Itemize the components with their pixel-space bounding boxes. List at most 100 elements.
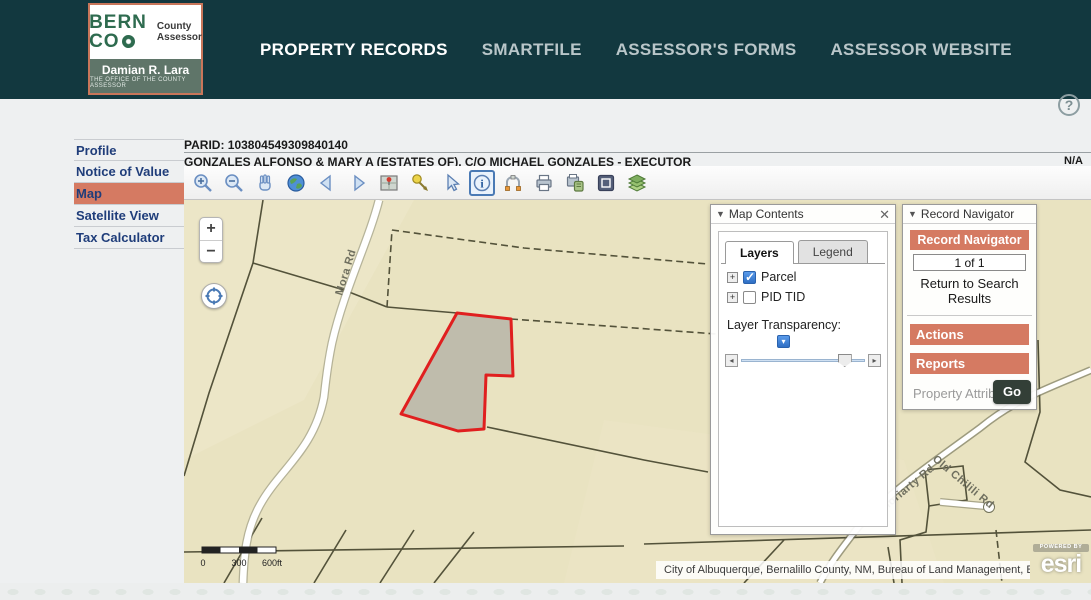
- record-navigator-header[interactable]: ▼ Record Navigator: [903, 205, 1036, 224]
- logo-top: BERN CO County Assessor: [90, 5, 201, 59]
- esri-logo: POWERED BY esri: [1033, 544, 1089, 577]
- globe-icon: [285, 172, 307, 194]
- pan-tool[interactable]: [252, 170, 278, 196]
- assessor-name: Damian R. Lara: [102, 63, 189, 77]
- record-position-input[interactable]: 1 of 1: [913, 254, 1026, 271]
- select-features-tool[interactable]: [438, 170, 464, 196]
- reports-section[interactable]: Reports: [910, 353, 1029, 374]
- map-zoom-out-button[interactable]: −: [200, 241, 222, 263]
- bernco-logo[interactable]: BERN CO County Assessor Damian R. Lara T…: [88, 3, 203, 95]
- nav-assessors-forms[interactable]: ASSESSOR'S FORMS: [616, 40, 797, 60]
- nav-property-records[interactable]: PROPERTY RECORDS: [260, 40, 448, 60]
- go-button[interactable]: Go: [993, 380, 1031, 404]
- sidebar-item-satellite-view[interactable]: Satellite View: [74, 205, 184, 227]
- layers-tool[interactable]: [624, 170, 650, 196]
- map-contents-title: Map Contents: [729, 207, 804, 221]
- transparency-dropdown[interactable]: ▾: [777, 335, 790, 348]
- print-map-tool[interactable]: [562, 170, 588, 196]
- print-tool[interactable]: [531, 170, 557, 196]
- map-contents-panel: ▼ Map Contents ✕ Layers Legend + Parcel …: [710, 204, 896, 535]
- zia-symbol-icon: [122, 35, 135, 48]
- identify-tool[interactable]: i: [469, 170, 495, 196]
- pid-tid-checkbox[interactable]: [743, 291, 756, 304]
- nav-assessor-website[interactable]: ASSESSOR WEBSITE: [830, 40, 1011, 60]
- measure-tool[interactable]: [500, 170, 526, 196]
- footer-strip: [0, 583, 1091, 600]
- logo-line1: BERN: [89, 13, 147, 32]
- record-navigator-title: Record Navigator: [921, 207, 1014, 221]
- layer-row-parcel: + Parcel: [719, 264, 887, 284]
- map-contents-header[interactable]: ▼ Map Contents ✕: [711, 205, 895, 224]
- sidebar-item-tax-calculator[interactable]: Tax Calculator: [74, 227, 184, 249]
- sidebar-item-profile[interactable]: Profile: [74, 139, 184, 161]
- map-zoom-control: + −: [199, 217, 223, 263]
- tab-legend[interactable]: Legend: [798, 240, 868, 263]
- overview-map-tool[interactable]: [376, 170, 402, 196]
- print-map-icon: [564, 172, 586, 194]
- layer-label-pid-tid: PID TID: [761, 290, 805, 304]
- parcel-checkbox[interactable]: [743, 271, 756, 284]
- transparency-slider: ◂ ▸: [719, 348, 887, 367]
- full-screen-icon: [595, 172, 617, 194]
- hotlink-pin-icon: [409, 172, 431, 194]
- logo-line2: CO: [89, 32, 120, 51]
- assessor-office: THE OFFICE OF THE COUNTY ASSESSOR: [90, 77, 201, 89]
- help-icon[interactable]: ?: [1058, 94, 1080, 116]
- previous-arrow-icon: [316, 172, 338, 194]
- map-attribution: City of Albuquerque, Bernalillo County, …: [656, 561, 1030, 579]
- pan-hand-icon: [254, 172, 276, 194]
- tab-layers[interactable]: Layers: [725, 241, 794, 264]
- return-to-search-link[interactable]: Return to Search Results: [903, 276, 1036, 306]
- esri-brand: esri: [1033, 552, 1089, 577]
- logo-sub1: County: [157, 21, 202, 32]
- expand-icon[interactable]: +: [727, 292, 738, 303]
- slider-left-arrow[interactable]: ◂: [725, 354, 738, 367]
- divider: [907, 315, 1032, 316]
- zoom-full-extent-tool[interactable]: [283, 170, 309, 196]
- scale-mid: 300: [231, 558, 246, 568]
- transparency-label: Layer Transparency:: [719, 304, 887, 332]
- header: BERN CO County Assessor Damian R. Lara T…: [0, 0, 1091, 99]
- overview-map-icon: [378, 172, 400, 194]
- sidebar-item-map[interactable]: Map: [74, 183, 184, 205]
- map-toolbar: i: [184, 166, 1091, 200]
- parid-label: PARID: 103804549309840140: [184, 138, 348, 152]
- previous-extent-tool[interactable]: [314, 170, 340, 196]
- layers-icon: [626, 172, 648, 194]
- nav-smartfile[interactable]: SMARTFILE: [482, 40, 582, 60]
- printer-icon: [533, 172, 555, 194]
- slider-track[interactable]: [741, 354, 865, 367]
- logo-sub2: Assessor: [157, 32, 202, 43]
- layer-label-parcel: Parcel: [761, 270, 796, 284]
- select-cursor-icon: [440, 172, 462, 194]
- measure-icon: [502, 172, 524, 194]
- main-nav: PROPERTY RECORDS SMARTFILE ASSESSOR'S FO…: [260, 0, 1012, 99]
- slider-right-arrow[interactable]: ▸: [868, 354, 881, 367]
- page-background: [0, 99, 74, 583]
- next-extent-tool[interactable]: [345, 170, 371, 196]
- scale-end: 600ft: [262, 558, 283, 568]
- hotlink-tool[interactable]: [407, 170, 433, 196]
- target-icon: [204, 286, 224, 306]
- collapse-icon[interactable]: ▼: [716, 209, 725, 219]
- expand-icon[interactable]: +: [727, 272, 738, 283]
- sidebar-item-notice-of-value[interactable]: Notice of Value: [74, 161, 184, 183]
- zoom-in-icon: [192, 172, 214, 194]
- identify-icon: i: [471, 172, 493, 194]
- slider-thumb[interactable]: [838, 354, 852, 367]
- layer-tabs: Layers Legend: [719, 232, 887, 263]
- actions-section[interactable]: Actions: [910, 324, 1029, 345]
- assessor-map-page: BERN CO County Assessor Damian R. Lara T…: [0, 0, 1091, 600]
- full-screen-tool[interactable]: [593, 170, 619, 196]
- scale-zero: 0: [200, 558, 205, 568]
- sidebar: Profile Notice of Value Map Satellite Vi…: [74, 139, 184, 249]
- close-icon[interactable]: ✕: [879, 208, 890, 221]
- zoom-out-icon: [223, 172, 245, 194]
- zoom-in-tool[interactable]: [190, 170, 216, 196]
- map-zoom-in-button[interactable]: +: [200, 218, 222, 240]
- layer-row-pid-tid: + PID TID: [719, 284, 887, 304]
- map-contents-body: Layers Legend + Parcel + PID TID Layer T…: [718, 231, 888, 527]
- locate-button[interactable]: [201, 283, 227, 309]
- collapse-icon[interactable]: ▼: [908, 209, 917, 219]
- zoom-out-tool[interactable]: [221, 170, 247, 196]
